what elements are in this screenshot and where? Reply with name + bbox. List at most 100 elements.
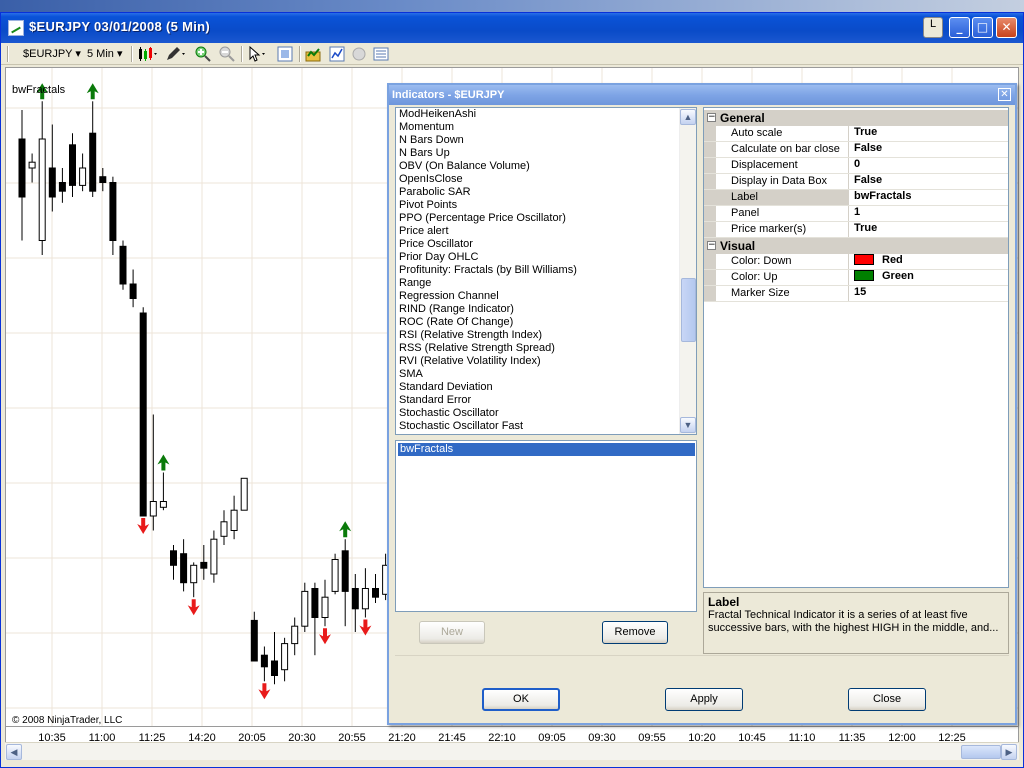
indicator-list-item[interactable]: RSS (Relative Strength Spread) [396,342,696,355]
collapse-icon[interactable]: − [707,241,716,250]
property-name: Displacement [704,158,849,173]
indicator-list-item[interactable]: PPO (Percentage Price Oscillator) [396,212,696,225]
scroll-thumb[interactable] [681,278,696,342]
dialog-close-button[interactable]: ✕ [998,88,1011,101]
properties-grid[interactable]: − General Auto scale True Calculate on bar… [703,107,1009,588]
scroll-right-icon[interactable]: ▶ [1001,744,1017,760]
candle-body [240,477,248,511]
property-value[interactable]: False [852,142,1008,157]
property-row[interactable]: Marker Size 15 [704,286,1008,302]
property-row[interactable]: Color: Down Red [704,254,1008,270]
applied-indicator-item[interactable]: bwFractals [398,443,695,456]
chart-app-icon [8,20,24,36]
property-row[interactable]: Calculate on bar close False [704,142,1008,158]
copyright-text: © 2008 NinjaTrader, LLC [12,715,123,726]
indicator-list-item[interactable]: Standard Error [396,394,696,407]
property-value[interactable]: False [852,174,1008,189]
indicator-list-item[interactable]: N Bars Down [396,134,696,147]
property-row[interactable]: Display in Data Box False [704,174,1008,190]
property-row[interactable]: Label bwFractals [704,190,1008,206]
category-general[interactable]: − General [704,110,1008,126]
property-value[interactable]: 15 [852,286,1008,301]
indicator-list-item[interactable]: Price Oscillator [396,238,696,251]
applied-indicators-list[interactable]: bwFractals [395,440,697,612]
new-button[interactable]: New [419,621,485,644]
property-row[interactable]: Color: Up Green [704,270,1008,286]
property-row[interactable]: Displacement 0 [704,158,1008,174]
collapse-icon[interactable]: − [707,113,716,122]
cursor-icon[interactable] [247,46,269,62]
property-value[interactable]: 1 [852,206,1008,221]
chart-title-bar[interactable]: $EURJPY 03/01/2008 (5 Min) L _ □ ✕ [1,13,1023,43]
properties-icon[interactable] [373,46,389,62]
indicator-list-item[interactable]: Price alert [396,225,696,238]
strategies-icon[interactable] [305,46,321,62]
indicator-list-item[interactable]: Standard Deviation [396,381,696,394]
category-visual[interactable]: − Visual [704,238,1008,254]
scroll-thumb[interactable] [961,745,1001,759]
indicators-icon[interactable] [329,46,345,62]
indicator-list-item[interactable]: RIND (Range Indicator) [396,303,696,316]
bar-type-icon[interactable] [137,46,159,62]
scroll-down-icon[interactable]: ▼ [680,417,696,433]
property-value[interactable]: 0 [852,158,1008,173]
indicator-list-item[interactable]: RSI (Relative Strength Index) [396,329,696,342]
property-value[interactable]: True [852,222,1008,237]
indicator-list-item[interactable]: ROC (Rate Of Change) [396,316,696,329]
candle-body [69,144,76,186]
scroll-left-icon[interactable]: ◀ [6,744,22,760]
toolbar-separator [299,46,301,62]
indicator-list-item[interactable]: Momentum [396,121,696,134]
candle-body [79,167,87,186]
ok-button[interactable]: OK [482,688,560,711]
link-button[interactable]: L [923,17,943,38]
indicator-list-item[interactable]: Stochastic Oscillator [396,407,696,420]
chart-toolbar: $EURJPY ▾ 5 Min ▾ [1,43,1023,65]
property-row[interactable]: Auto scale True [704,126,1008,142]
up-fractal-arrow-icon [339,521,352,538]
close-button[interactable]: Close [848,688,926,711]
indicator-list-item[interactable]: Regression Channel [396,290,696,303]
dialog-title-bar[interactable]: Indicators - $EURJPY ✕ [389,85,1015,105]
indicator-list-item[interactable]: RVI (Relative Volatility Index) [396,355,696,368]
indicator-list-item[interactable]: OBV (On Balance Volume) [396,160,696,173]
pencil-icon[interactable] [165,46,187,62]
indicator-list-item[interactable]: Profitunity: Fractals (by Bill Williams) [396,264,696,277]
property-row[interactable]: Panel 1 [704,206,1008,222]
indicator-list-item[interactable]: Pivot Points [396,199,696,212]
indicator-list-item[interactable]: Stochastic Oscillator Fast [396,420,696,433]
data-box-icon[interactable] [277,46,293,62]
indicator-list-item[interactable]: ModHeikenAshi [396,108,696,121]
interval-selector[interactable]: 5 Min ▾ [87,46,123,62]
candlestick-series [18,101,390,685]
indicator-list-item[interactable]: SMA [396,368,696,381]
apply-button[interactable]: Apply [665,688,743,711]
indicator-list-item[interactable]: Prior Day OHLC [396,251,696,264]
property-value[interactable]: Red [852,254,1008,269]
zoom-out-icon[interactable] [219,46,235,62]
indicator-list-item[interactable]: OpenIsClose [396,173,696,186]
indicator-list-item[interactable]: Range [396,277,696,290]
chevron-down-icon: ▾ [75,48,81,60]
color-swatch-red [854,254,874,265]
maximize-button[interactable]: □ [972,17,993,38]
candle-body [271,660,278,676]
remove-button[interactable]: Remove [602,621,668,644]
zoom-in-icon[interactable] [195,46,211,62]
indicator-list-scrollbar[interactable]: ▲ ▼ [679,108,696,434]
scroll-up-icon[interactable]: ▲ [680,109,696,125]
indicator-list-item[interactable]: N Bars Up [396,147,696,160]
available-indicators-list[interactable]: ModHeikenAshi Momentum N Bars Down N Bars U… [395,107,697,435]
disabled-circle-icon[interactable] [351,46,367,62]
chart-scrollbar[interactable]: ◀ ▶ [5,742,1019,760]
property-value[interactable]: True [852,126,1008,141]
close-window-button[interactable]: ✕ [996,17,1017,38]
property-value[interactable]: bwFractals [852,190,1008,205]
minimize-button[interactable]: _ [949,17,970,38]
instrument-selector[interactable]: $EURJPY ▾ [23,46,81,62]
indicator-list-item[interactable]: Parabolic SAR [396,186,696,199]
property-value[interactable]: Green [852,270,1008,285]
description-title: Label [708,595,740,609]
property-row[interactable]: Price marker(s) True [704,222,1008,238]
candle-body [18,138,26,198]
